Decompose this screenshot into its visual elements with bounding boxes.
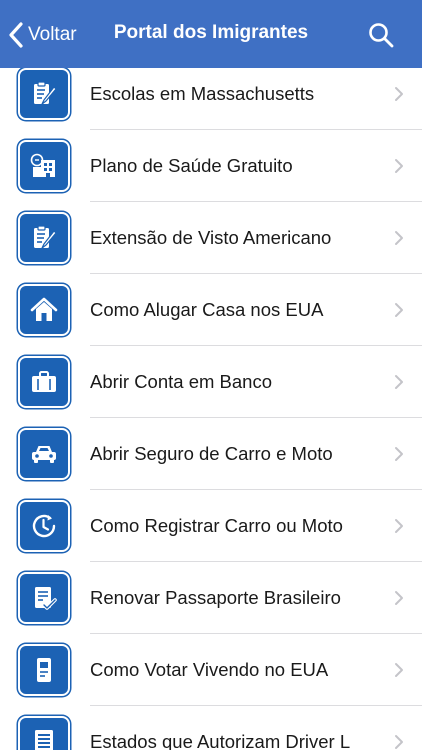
chevron-right-icon	[394, 518, 404, 534]
app-screen: Voltar Portal dos Imigrantes Escolas em …	[0, 0, 422, 750]
list-item[interactable]: Plano de Saúde Gratuito	[0, 130, 422, 202]
list-item-label: Renovar Passaporte Brasileiro	[90, 587, 341, 608]
list-item[interactable]: Escolas em Massachusetts	[0, 58, 422, 130]
list-document-icon	[18, 716, 70, 750]
list-item[interactable]: Como Votar Vivendo no EUA	[0, 634, 422, 706]
chevron-right-icon	[394, 230, 404, 246]
ballot-icon	[18, 644, 70, 696]
clipboard-pencil-icon	[18, 68, 70, 120]
list-item-label: Estados que Autorizam Driver L	[90, 731, 351, 750]
list-item[interactable]: Como Alugar Casa nos EUA	[0, 274, 422, 346]
list-item-label: Como Votar Vivendo no EUA	[90, 659, 329, 680]
house-icon	[18, 284, 70, 336]
list-item-label: Escolas em Massachusetts	[90, 83, 315, 104]
clock-icon	[18, 500, 70, 552]
search-button[interactable]	[368, 22, 394, 48]
hospital-icon	[18, 140, 70, 192]
list-item-label: Como Registrar Carro ou Moto	[90, 515, 343, 536]
clipboard-pencil-icon	[18, 212, 70, 264]
chevron-right-icon	[394, 446, 404, 462]
chevron-right-icon	[394, 302, 404, 318]
chevron-right-icon	[394, 662, 404, 678]
chevron-right-icon	[394, 158, 404, 174]
list-item[interactable]: Extensão de Visto Americano	[0, 202, 422, 274]
chevron-right-icon	[394, 86, 404, 102]
car-icon	[18, 428, 70, 480]
list-item-label: Abrir Conta em Banco	[90, 371, 273, 392]
chevron-right-icon	[394, 734, 404, 750]
topic-list: Escolas em Massachusetts Plano de Saúde …	[0, 58, 422, 750]
briefcase-icon	[18, 356, 70, 408]
list-item[interactable]: Abrir Seguro de Carro e Moto	[0, 418, 422, 490]
back-label: Voltar	[28, 24, 77, 45]
chevron-right-icon	[394, 374, 404, 390]
list-item[interactable]: Renovar Passaporte Brasileiro	[0, 562, 422, 634]
navigation-bar: Voltar Portal dos Imigrantes	[0, 0, 422, 68]
back-button[interactable]: Voltar	[8, 20, 77, 50]
list-item[interactable]: Estados que Autorizam Driver L	[0, 706, 422, 750]
chevron-right-icon	[394, 590, 404, 606]
document-check-icon	[18, 572, 70, 624]
list-item-label: Extensão de Visto Americano	[90, 227, 332, 248]
list-item-label: Abrir Seguro de Carro e Moto	[90, 443, 333, 464]
chevron-left-icon	[8, 22, 24, 48]
search-icon	[368, 23, 394, 52]
list-item[interactable]: Abrir Conta em Banco	[0, 346, 422, 418]
list-item-label: Plano de Saúde Gratuito	[90, 155, 293, 176]
list-item[interactable]: Como Registrar Carro ou Moto	[0, 490, 422, 562]
list-item-label: Como Alugar Casa nos EUA	[90, 299, 324, 320]
